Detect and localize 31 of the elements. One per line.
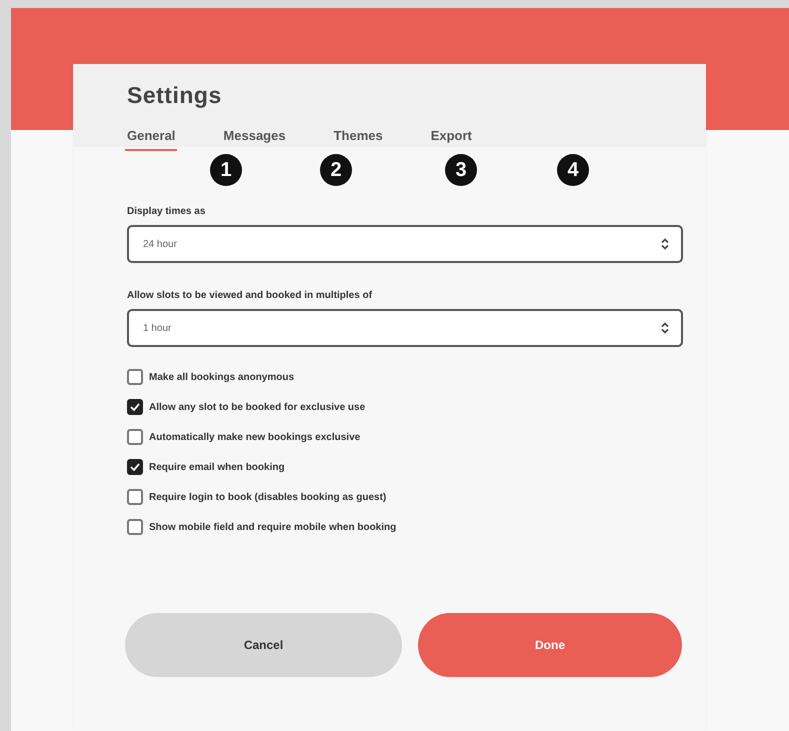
callout-badge: 1 — [210, 154, 242, 186]
callout-badge: 2 — [320, 154, 352, 186]
callout-badge: 4 — [557, 154, 589, 186]
checkbox[interactable] — [127, 429, 143, 445]
panel-title: Settings — [127, 82, 223, 109]
updown-chevron-icon — [661, 322, 669, 334]
tab[interactable]: Themes — [332, 128, 385, 151]
checkbox-label: Make all bookings anonymous — [149, 372, 294, 382]
checkbox-label: Automatically make new bookings exclusive — [149, 432, 360, 442]
checkbox[interactable] — [127, 399, 143, 415]
tab[interactable]: Messages — [221, 128, 288, 151]
checkbox-label: Require login to book (disables booking as guest) — [149, 492, 386, 502]
tab[interactable]: Export — [428, 128, 474, 151]
callout-badge: 3 — [445, 154, 477, 186]
tab[interactable]: General — [125, 128, 178, 151]
checkbox-label: Show mobile field and require mobile when booking — [149, 522, 396, 532]
done-button[interactable]: Done — [418, 613, 682, 677]
checkbox-label: Require email when booking — [149, 462, 285, 472]
checkbox[interactable] — [127, 519, 143, 535]
checkbox[interactable] — [127, 369, 143, 385]
checkbox[interactable] — [127, 459, 143, 475]
checkmark-icon — [130, 463, 140, 471]
cancel-button[interactable]: Cancel — [125, 613, 402, 677]
checkmark-icon — [130, 403, 140, 411]
checkbox-label: Allow any slot to be booked for exclusive use — [149, 402, 366, 412]
field-label: Allow slots to be viewed and booked in multiples of — [127, 290, 372, 301]
updown-chevron-icon — [661, 238, 669, 250]
select-field[interactable]: 1 hour — [127, 309, 683, 347]
select-field[interactable]: 24 hour — [127, 225, 683, 263]
checkbox[interactable] — [127, 489, 143, 505]
field-label: Display times as — [127, 206, 206, 217]
